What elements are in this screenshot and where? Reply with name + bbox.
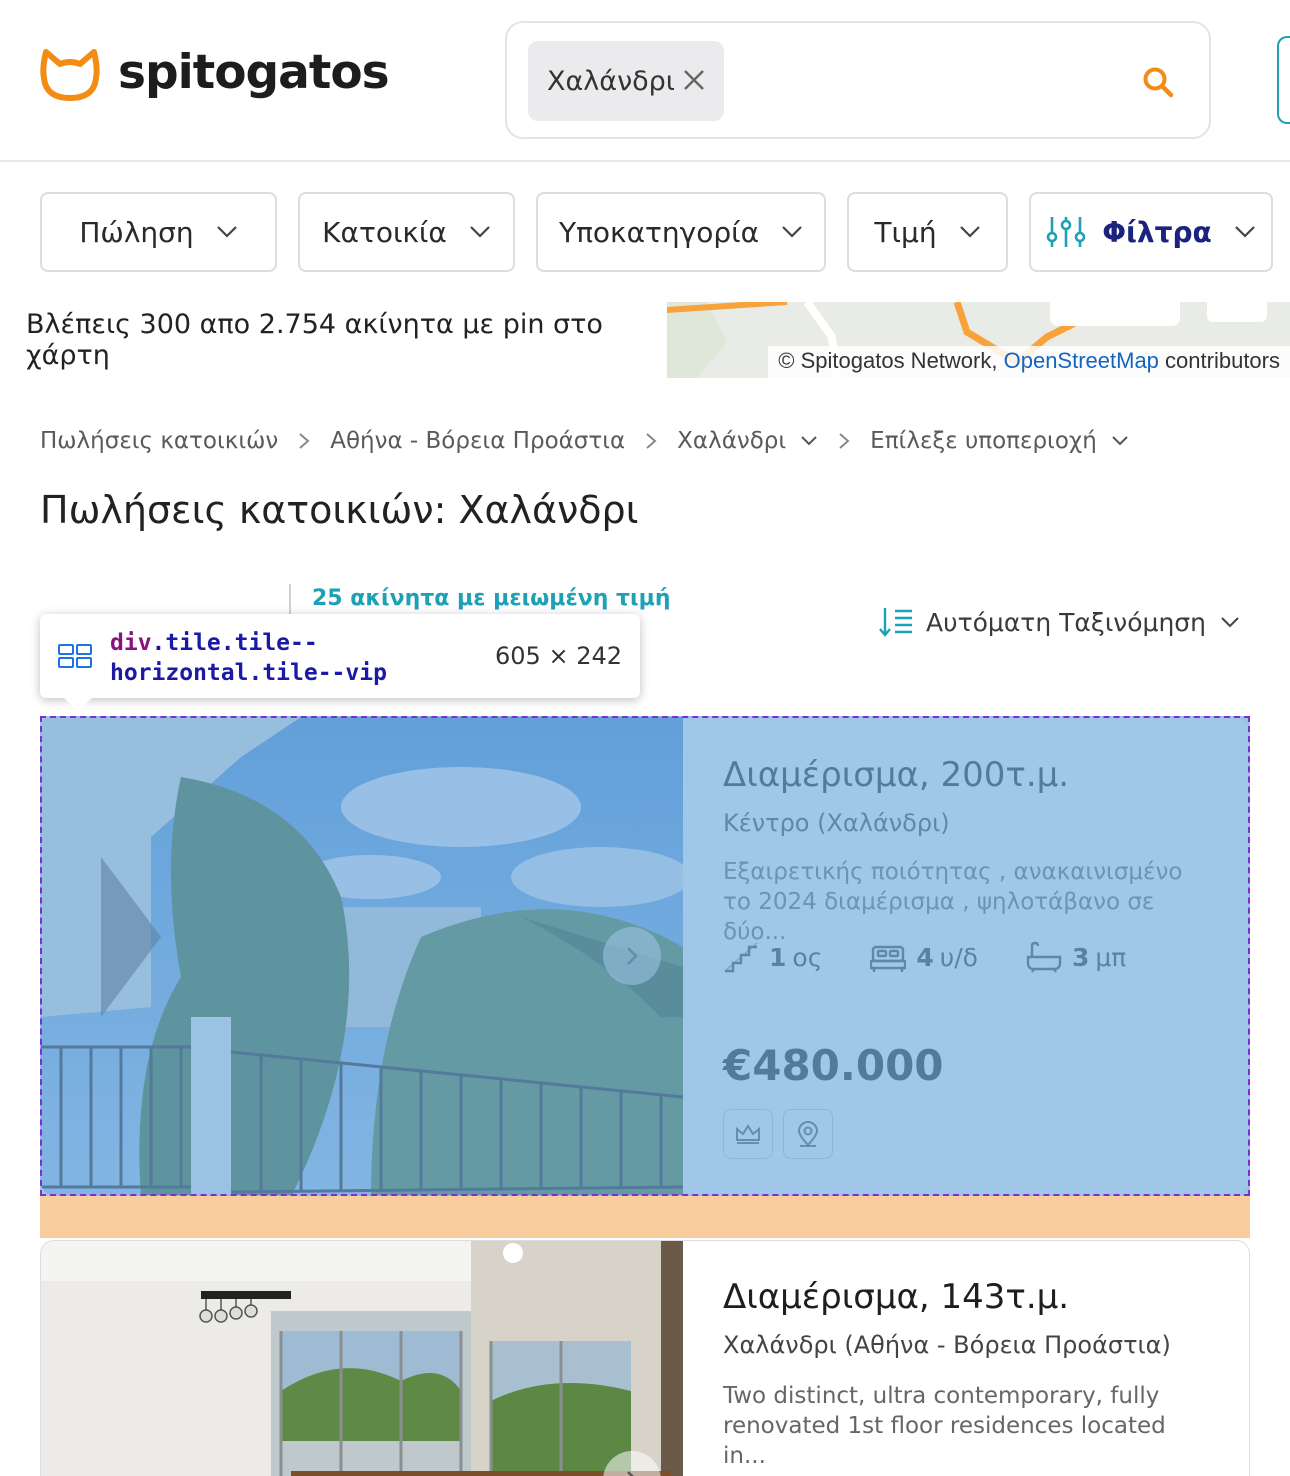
map-attribution: © Spitogatos Network, OpenStreetMap cont…	[768, 346, 1290, 378]
listing-location: Κέντρο (Χαλάνδρι)	[723, 809, 950, 837]
bathrooms-unit: μπ	[1095, 942, 1127, 972]
more-filters-button[interactable]: Φίλτρα	[1029, 192, 1273, 272]
breadcrumb-item[interactable]: Αθήνα - Βόρεια Προάστια	[330, 428, 625, 454]
dropdown-label: Τιμή	[874, 215, 937, 249]
listing-description: Two distinct, ultra contemporary, fully …	[723, 1383, 1166, 1469]
site-header: spitogatos Χαλάνδρι	[0, 0, 1290, 162]
devtools-inspect-tooltip: div.tile.tile--horizontal.tile--vip 605 …	[40, 614, 640, 712]
element-size: 605 × 242	[495, 642, 622, 670]
close-icon[interactable]	[678, 64, 710, 96]
chevron-down-icon	[959, 226, 980, 238]
listing-photo[interactable]	[41, 1241, 683, 1476]
bedrooms-unit: υ/δ	[939, 942, 978, 972]
balcony-photo	[41, 717, 683, 1195]
filter-bar: Πώληση Κατοικία Υποκατηγορία Τιμή Φίλτρα	[0, 164, 1290, 302]
divider	[289, 584, 291, 614]
transaction-type-dropdown[interactable]: Πώληση	[40, 192, 277, 272]
chevron-right-icon	[627, 947, 638, 965]
element-classes: .tile.tile--horizontal.tile--vip	[110, 630, 387, 686]
map-location-button[interactable]	[783, 1109, 833, 1159]
chevron-down-icon[interactable]	[1111, 435, 1129, 447]
location-chip-label: Χαλάνδρι	[547, 65, 675, 97]
crown-icon	[736, 1124, 760, 1144]
breadcrumb-item[interactable]: Επίλεξε υποπεριοχή	[870, 428, 1097, 454]
listing-badges	[723, 1109, 843, 1159]
sort-dropdown[interactable]: Αυτόματη Ταξινόμηση	[878, 606, 1240, 638]
listing-features: 1 ος 4 υ/δ 3 μπ	[723, 941, 1174, 973]
listing-details: Διαμέρισμα, 200τ.μ. Κέντρο (Χαλάνδρι) Εξ…	[723, 717, 1249, 1195]
listing-title[interactable]: Διαμέρισμα, 200τ.μ.	[723, 755, 1069, 795]
cat-logo-icon	[40, 49, 100, 101]
breadcrumb-item[interactable]: Πωλήσεις κατοικιών	[40, 428, 278, 454]
bathtub-icon	[1026, 941, 1062, 973]
element-selector: div.tile.tile--horizontal.tile--vip	[110, 628, 490, 688]
sliders-icon	[1046, 217, 1086, 247]
dropdown-label: Πώληση	[79, 215, 194, 249]
breadcrumb: Πωλήσεις κατοικιών Αθήνα - Βόρεια Προάστ…	[40, 428, 1129, 454]
price-dropdown[interactable]: Τιμή	[847, 192, 1008, 272]
bedrooms-value: 4	[916, 942, 934, 972]
sort-icon	[879, 608, 912, 637]
brand-name: spitogatos	[118, 44, 390, 100]
search-box[interactable]: Χαλάνδρι	[505, 21, 1211, 139]
logo[interactable]: spitogatos	[40, 44, 390, 102]
stairs-icon	[724, 942, 758, 973]
floor-unit: ος	[792, 942, 823, 972]
listing-photo[interactable]	[41, 717, 683, 1195]
listing-title[interactable]: Διαμέρισμα, 143τ.μ.	[723, 1277, 1069, 1317]
listing-card[interactable]: Διαμέρισμα, 143τ.μ. Χαλάνδρι (Αθήνα - Βό…	[40, 1240, 1250, 1476]
reduced-price-link[interactable]: 25 ακίνητα με μειωμένη τιμή	[312, 586, 670, 611]
chevron-right-icon	[646, 433, 657, 449]
openstreetmap-link[interactable]: OpenStreetMap	[1004, 348, 1159, 373]
attribution-text: © Spitogatos Network,	[778, 348, 998, 373]
subcategory-dropdown[interactable]: Υποκατηγορία	[536, 192, 826, 272]
floor-feature: 1 ος	[723, 941, 822, 973]
location-chip[interactable]: Χαλάνδρι	[528, 41, 724, 121]
chevron-down-icon	[1221, 617, 1239, 628]
header-action-button[interactable]	[1277, 36, 1290, 124]
bedrooms-feature: 4 υ/δ	[870, 941, 978, 973]
element-tag: div	[110, 630, 152, 656]
map-pin-icon	[797, 1121, 819, 1147]
floor-value: 1	[769, 942, 787, 972]
chevron-right-icon	[839, 433, 850, 449]
breadcrumb-item[interactable]: Χαλάνδρι	[677, 428, 786, 454]
devtools-margin-highlight	[40, 1196, 1250, 1238]
listing-price: €480.000	[723, 1041, 944, 1090]
grid-layout-icon	[58, 644, 92, 668]
listing-card[interactable]: Διαμέρισμα, 200τ.μ. Κέντρο (Χαλάνδρι) Εξ…	[40, 716, 1250, 1196]
listing-description: Εξαιρετικής ποιότητας , ανακαινισμένο το…	[723, 859, 1183, 945]
chevron-down-icon	[1235, 226, 1255, 238]
dropdown-label: Φίλτρα	[1102, 215, 1212, 249]
chevron-down-icon	[470, 226, 490, 238]
next-photo-button[interactable]	[603, 927, 661, 985]
chevron-right-icon	[299, 433, 310, 449]
chevron-down-icon	[216, 226, 237, 238]
map-result-count: Βλέπεις 300 απο 2.754 ακίνητα με pin στο…	[0, 302, 667, 378]
interior-photo	[41, 1241, 683, 1476]
listing-details: Διαμέρισμα, 143τ.μ. Χαλάνδρι (Αθήνα - Βό…	[723, 1241, 1249, 1476]
chevron-down-icon[interactable]	[800, 435, 818, 447]
page-title: Πωλήσεις κατοικιών: Χαλάνδρι	[40, 488, 639, 532]
search-icon[interactable]	[1141, 65, 1175, 99]
dropdown-label: Κατοικία	[322, 215, 447, 249]
map-preview[interactable]: Βλέπεις 300 απο 2.754 ακίνητα με pin στο…	[0, 302, 1290, 378]
listing-location: Χαλάνδρι (Αθήνα - Βόρεια Προάστια)	[723, 1331, 1171, 1359]
dropdown-label: Υποκατηγορία	[558, 215, 760, 249]
property-type-dropdown[interactable]: Κατοικία	[298, 192, 515, 272]
vip-badge[interactable]	[723, 1109, 773, 1159]
bathrooms-feature: 3 μπ	[1026, 941, 1126, 973]
bathrooms-value: 3	[1071, 942, 1090, 972]
attribution-text: contributors	[1165, 348, 1280, 373]
chevron-down-icon	[782, 226, 802, 238]
chevron-right-icon	[627, 1471, 634, 1476]
sort-label: Αυτόματη Ταξινόμηση	[926, 607, 1206, 637]
bed-icon	[870, 945, 907, 972]
